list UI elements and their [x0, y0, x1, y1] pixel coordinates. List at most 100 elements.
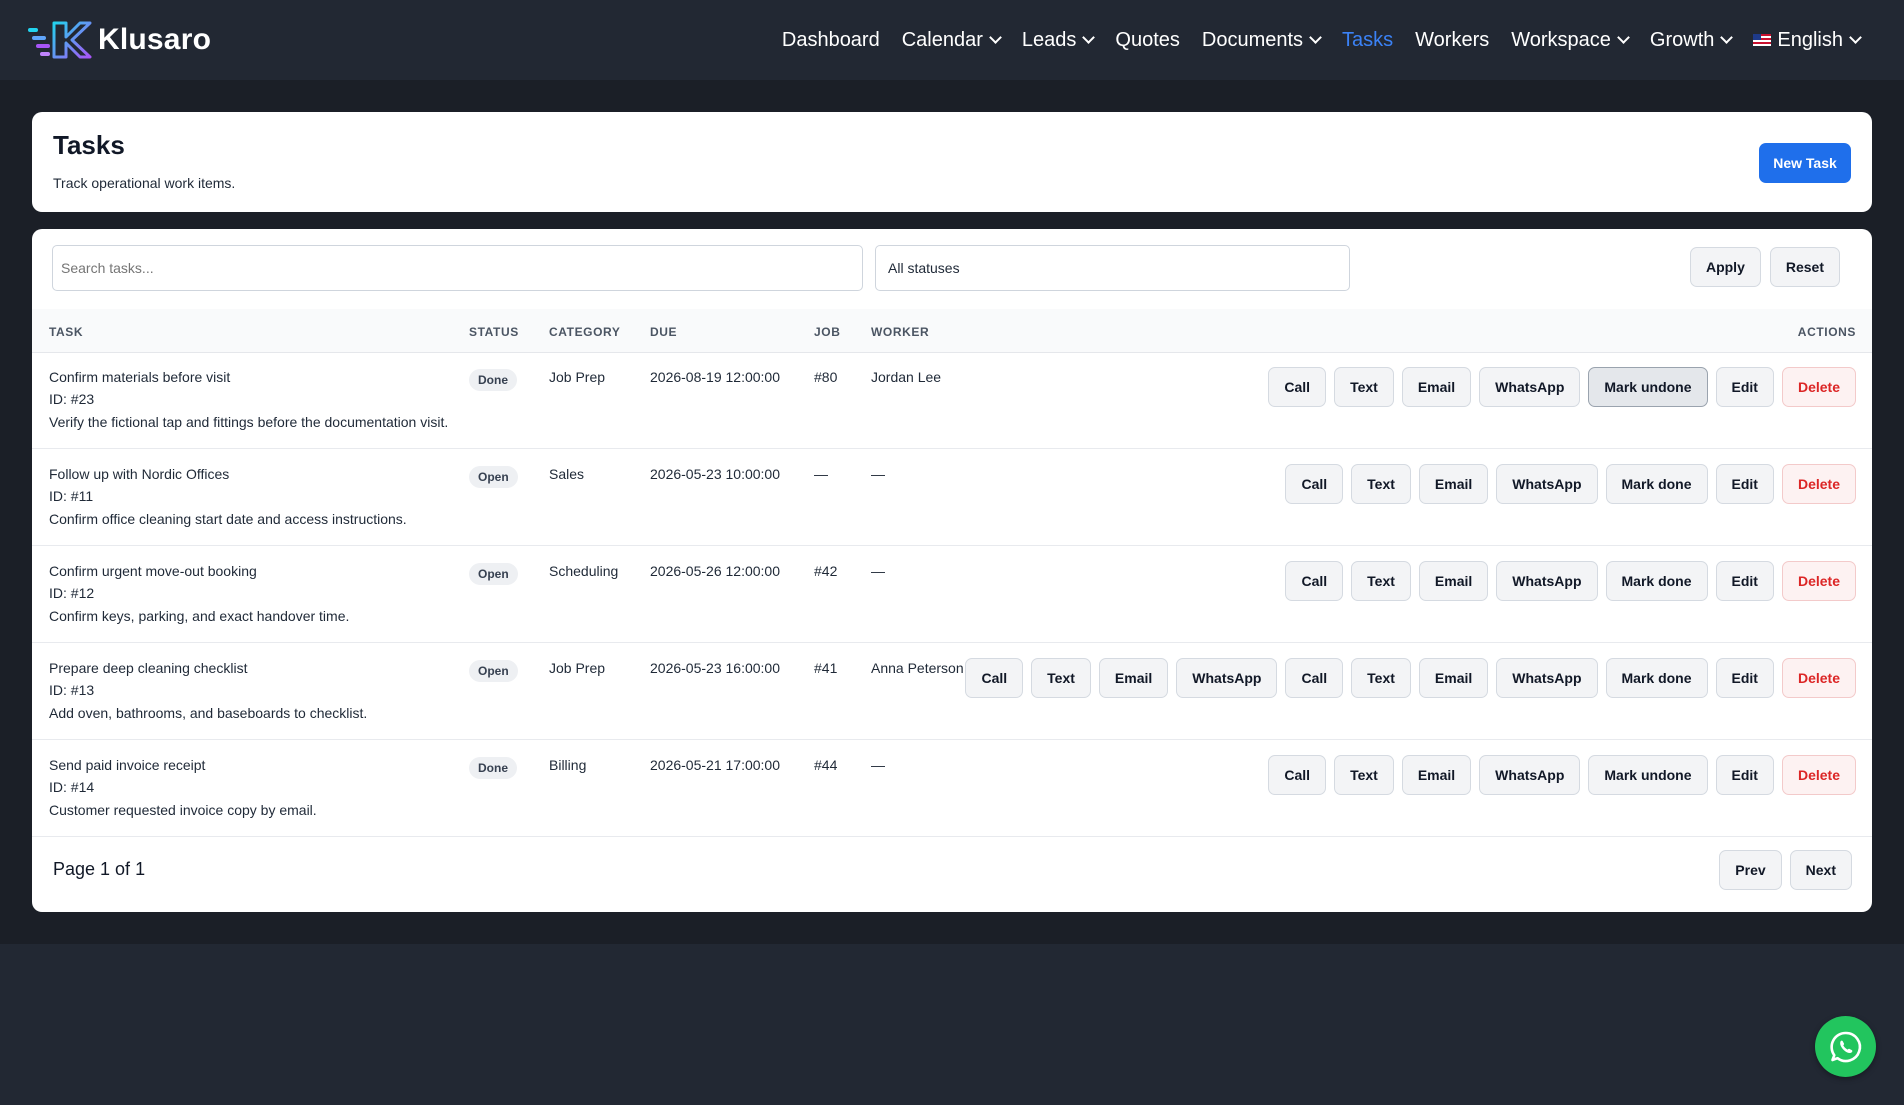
mark-undone-button[interactable]: Mark undone — [1588, 755, 1708, 795]
call-button[interactable]: Call — [965, 658, 1024, 698]
task-job: — — [814, 466, 828, 482]
whatsapp-button[interactable]: WhatsApp — [1479, 367, 1581, 407]
edit-button[interactable]: Edit — [1715, 464, 1774, 504]
tasks-table-card: All statuses Apply Reset TASK STATUS CAT… — [32, 229, 1872, 912]
nav-item-label: Documents — [1201, 28, 1304, 51]
email-button[interactable]: Email — [1418, 464, 1489, 504]
task-description: Confirm keys, parking, and exact handove… — [49, 608, 350, 624]
page-subtitle: Track operational work items. — [53, 175, 236, 191]
edit-button[interactable]: Edit — [1715, 658, 1774, 698]
language-selector[interactable]: English — [1753, 29, 1862, 52]
column-header-actions: ACTIONS — [1797, 325, 1856, 339]
text-button[interactable]: Text — [1351, 658, 1411, 698]
nav-item-calendar[interactable]: Calendar — [901, 28, 1002, 52]
task-description: Verify the fictional tap and fittings be… — [49, 414, 449, 430]
whatsapp-button[interactable]: WhatsApp — [1496, 561, 1598, 601]
text-button[interactable]: Text — [1031, 658, 1091, 698]
whatsapp-icon — [1829, 1031, 1861, 1062]
search-input[interactable] — [52, 245, 863, 291]
task-worker: — — [871, 563, 885, 579]
reset-button[interactable]: Reset — [1769, 247, 1840, 287]
delete-button[interactable]: Delete — [1781, 561, 1856, 601]
text-button[interactable]: Text — [1351, 464, 1411, 504]
table-header: TASK STATUS CATEGORY DUE JOB WORKER ACTI… — [32, 309, 1872, 353]
table-row: Confirm urgent move-out booking ID: #12 Co… — [32, 547, 1872, 643]
prev-page-button[interactable]: Prev — [1719, 850, 1782, 890]
column-header-task: TASK — [49, 325, 84, 339]
klusaro-logo-icon — [28, 21, 92, 59]
row-actions: Call Text Email WhatsApp Mark undone Edit Dele… — [1268, 367, 1856, 407]
nav-item-leads[interactable]: Leads — [1021, 28, 1096, 52]
text-button[interactable]: Text — [1334, 755, 1394, 795]
nav-item-label: Workspace — [1511, 28, 1611, 51]
delete-button[interactable]: Delete — [1781, 464, 1856, 504]
call-button[interactable]: Call — [1268, 367, 1327, 407]
edit-button[interactable]: Edit — [1715, 561, 1774, 601]
nav-item-workspace[interactable]: Workspace — [1511, 28, 1630, 52]
whatsapp-chat-button[interactable] — [1815, 1016, 1876, 1077]
brand-logo[interactable]: Klusaro — [26, 19, 211, 61]
email-button[interactable]: Email — [1401, 755, 1472, 795]
column-header-due: DUE — [650, 325, 678, 339]
task-description: Add oven, bathrooms, and baseboards to c… — [49, 705, 368, 721]
column-header-category: CATEGORY — [549, 325, 621, 339]
nav-item-growth[interactable]: Growth — [1650, 29, 1734, 52]
status-badge: Open — [469, 466, 518, 488]
email-button[interactable]: Email — [1418, 658, 1489, 698]
whatsapp-button[interactable]: WhatsApp — [1176, 658, 1278, 698]
mark-done-button[interactable]: Mark done — [1605, 561, 1708, 601]
task-due-date: 2026-05-26 12:00:00 — [650, 563, 780, 579]
delete-button[interactable]: Delete — [1781, 755, 1856, 795]
task-due-date: 2026-05-21 17:00:00 — [650, 757, 780, 773]
email-button[interactable]: Email — [1418, 561, 1489, 601]
new-task-button[interactable]: New Task — [1759, 143, 1851, 183]
mark-done-button[interactable]: Mark done — [1605, 464, 1708, 504]
next-page-button[interactable]: Next — [1789, 850, 1852, 890]
call-button[interactable]: Call — [1285, 658, 1344, 698]
nav-item-workers[interactable]: Workers — [1415, 29, 1489, 52]
table-row: Send paid invoice receipt ID: #14 Customer… — [32, 741, 1872, 837]
task-title: Send paid invoice receipt — [49, 757, 206, 773]
call-button[interactable]: Call — [1268, 755, 1327, 795]
delete-button[interactable]: Delete — [1781, 367, 1856, 407]
email-button[interactable]: Email — [1098, 658, 1169, 698]
task-id: ID: #11 — [49, 488, 94, 504]
task-category: Job Prep — [549, 660, 606, 676]
page-header-card: Tasks Track operational work items. New … — [32, 112, 1872, 212]
column-header-worker: WORKER — [871, 325, 930, 339]
chevron-down-icon — [1617, 31, 1630, 44]
mark-done-button[interactable]: Mark done — [1605, 658, 1708, 698]
apply-button[interactable]: Apply — [1689, 247, 1761, 287]
call-button[interactable]: Call — [1285, 561, 1344, 601]
whatsapp-button[interactable]: WhatsApp — [1496, 658, 1598, 698]
filter-actions: Apply Reset — [1689, 247, 1840, 287]
status-filter-select[interactable]: All statuses — [875, 245, 1350, 291]
mark-undone-button[interactable]: Mark undone — [1588, 367, 1708, 407]
nav-item-quotes[interactable]: Quotes — [1115, 29, 1179, 52]
table-row: Follow up with Nordic Offices ID: #11 Conf… — [32, 450, 1872, 546]
edit-button[interactable]: Edit — [1715, 367, 1774, 407]
brand-name: Klusaro — [98, 23, 212, 56]
task-title: Prepare deep cleaning checklist — [49, 660, 248, 676]
whatsapp-button[interactable]: WhatsApp — [1496, 464, 1598, 504]
nav-item-tasks[interactable]: Tasks — [1342, 29, 1393, 52]
us-flag-icon — [1753, 34, 1772, 46]
chevron-down-icon — [989, 31, 1002, 44]
text-button[interactable]: Text — [1334, 367, 1394, 407]
delete-button[interactable]: Delete — [1781, 658, 1856, 698]
task-title: Confirm urgent move-out booking — [49, 563, 257, 579]
nav-item-documents[interactable]: Documents — [1201, 28, 1322, 52]
chevron-down-icon — [1309, 31, 1322, 44]
row-actions: Call Text Email WhatsApp Mark done Edit Delete — [1285, 464, 1856, 504]
nav-item-label: Leads — [1021, 28, 1077, 51]
nav-item-label: Calendar — [901, 28, 983, 51]
nav-item-dashboard[interactable]: Dashboard — [782, 29, 880, 52]
nav-item-label: Dashboard — [781, 28, 880, 51]
edit-button[interactable]: Edit — [1715, 755, 1774, 795]
text-button[interactable]: Text — [1351, 561, 1411, 601]
email-button[interactable]: Email — [1401, 367, 1472, 407]
whatsapp-button[interactable]: WhatsApp — [1479, 755, 1581, 795]
call-button[interactable]: Call — [1285, 464, 1344, 504]
main-nav: Dashboard Calendar Leads Quotes Documents Tas… — [782, 0, 1862, 80]
table-row: Prepare deep cleaning checklist ID: #13 Ad… — [32, 644, 1872, 740]
